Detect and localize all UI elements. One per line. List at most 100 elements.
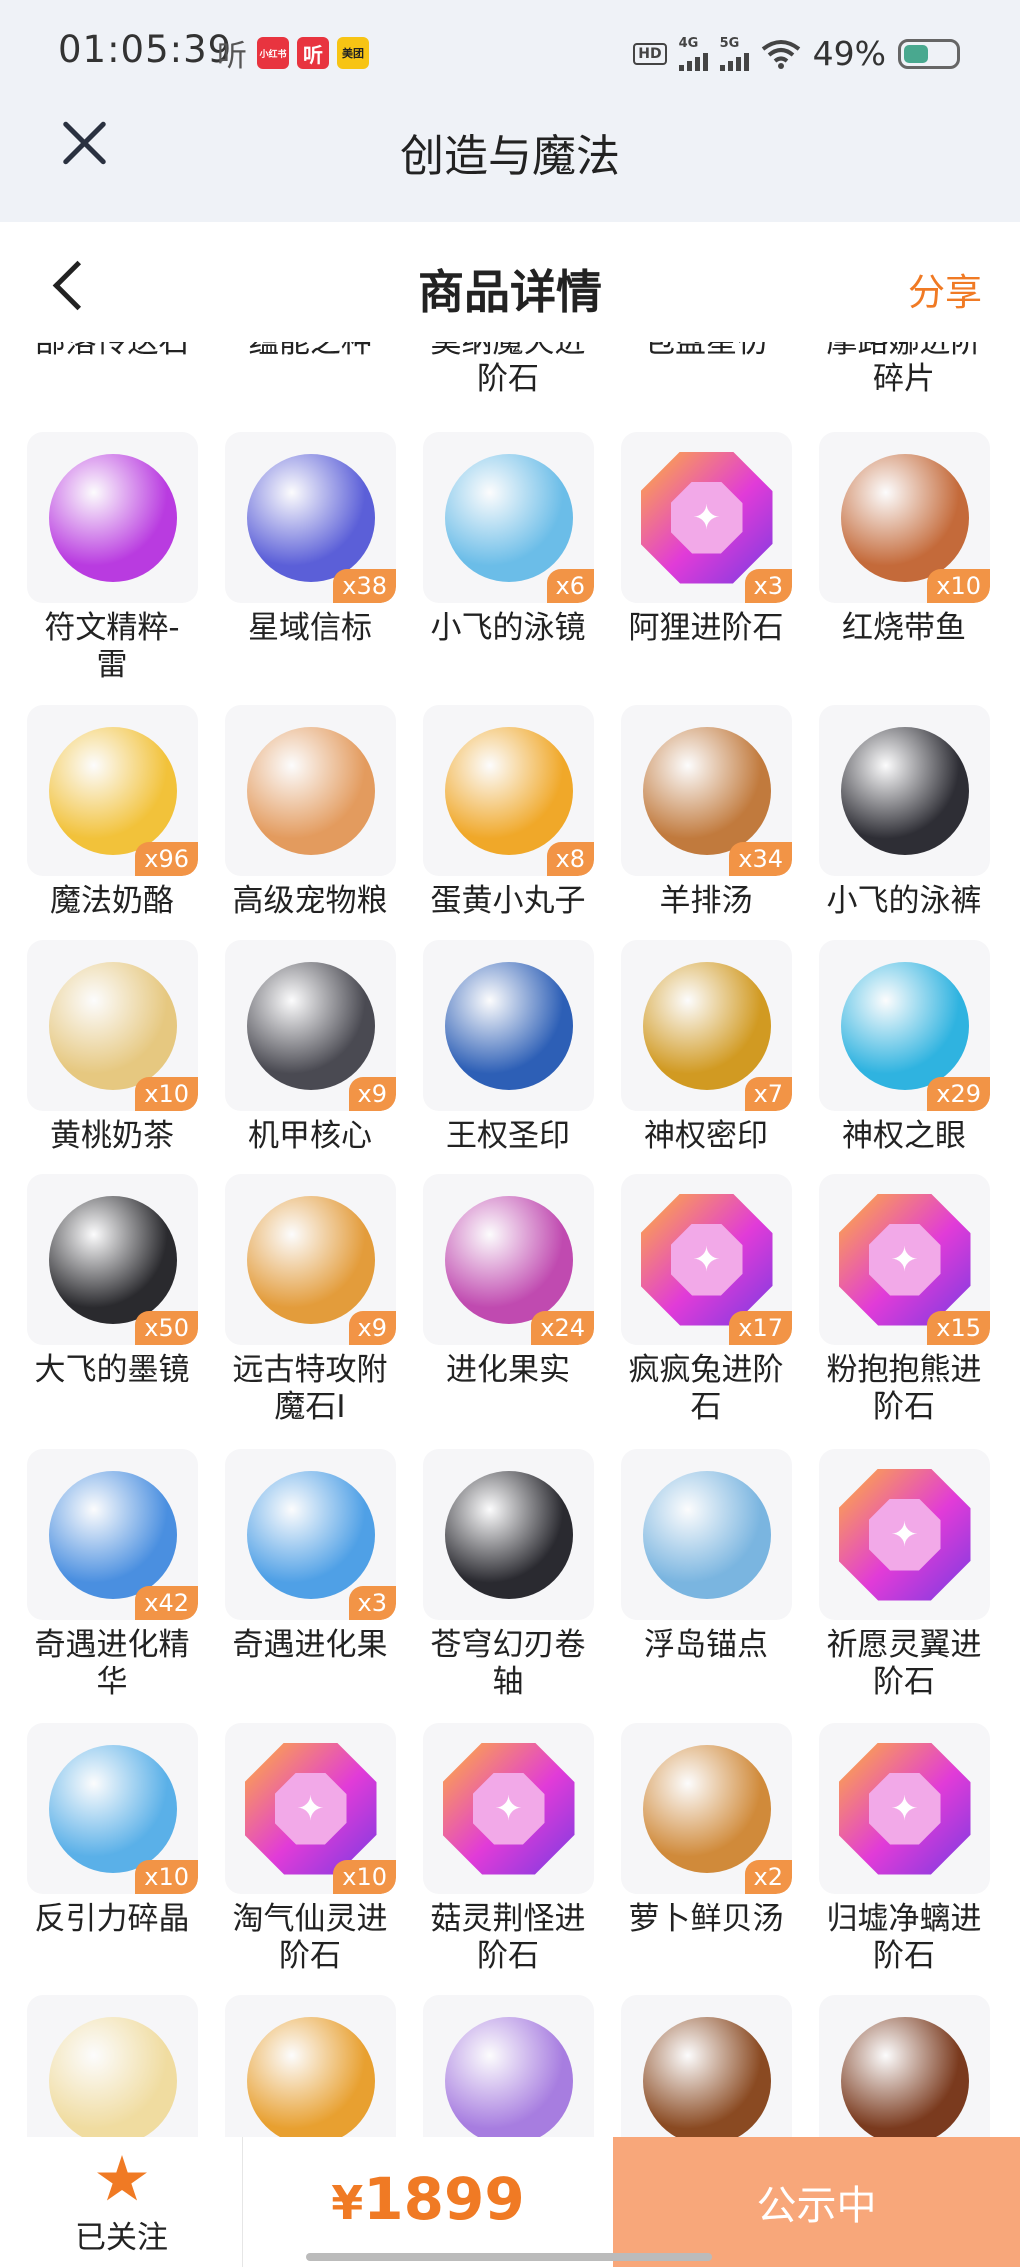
quantity-badge: x7 bbox=[744, 1077, 792, 1111]
potion-bottle-icon bbox=[444, 2016, 573, 2137]
item-card[interactable]: x9 机甲核心 bbox=[198, 940, 396, 1200]
goggles-icon bbox=[444, 453, 573, 582]
item-card[interactable] bbox=[594, 1995, 792, 2137]
item-card[interactable]: x3 奇遇进化果 bbox=[198, 1449, 396, 1709]
quantity-badge: x10 bbox=[927, 569, 990, 603]
item-card[interactable]: x7 神权密印 bbox=[594, 940, 792, 1200]
battery-icon bbox=[898, 38, 960, 69]
item-card[interactable]: 王权圣印 bbox=[396, 940, 594, 1200]
item-thumbnail: x50 bbox=[27, 1174, 198, 1345]
radish-soup-icon bbox=[642, 1744, 771, 1873]
item-label: 王权圣印 bbox=[446, 1118, 570, 1154]
item-card[interactable]: ✦ x17 疯疯兔进阶 石 bbox=[594, 1174, 792, 1434]
item-card[interactable]: ✦ x10 淘气仙灵进 阶石 bbox=[198, 1723, 396, 1983]
rune-shard-icon bbox=[48, 453, 177, 582]
item-card[interactable]: ✦ x15 粉抱抱熊进 阶石 bbox=[792, 1174, 990, 1434]
lucky-bag-icon bbox=[246, 2016, 375, 2137]
quantity-badge: x6 bbox=[546, 569, 594, 603]
item-card[interactable] bbox=[396, 1995, 594, 2137]
item-label: 阿狸进阶石 bbox=[628, 610, 784, 646]
item-card[interactable]: 苍穹幻刃卷 轴 bbox=[396, 1449, 594, 1709]
item-thumbnail bbox=[225, 705, 396, 876]
star-beacon-icon bbox=[246, 453, 375, 582]
item-card[interactable]: x10 黄桃奶茶 bbox=[0, 940, 198, 1200]
item-card[interactable]: x42 奇遇进化精 华 bbox=[0, 1449, 198, 1709]
xiaohongshu-icon: 小红书 bbox=[257, 37, 289, 69]
item-card[interactable]: x24 进化果实 bbox=[396, 1174, 594, 1434]
top-area: 01:05:39 听 小红书 听 美团 HD 4G 5G 49% 创造与魔法 bbox=[0, 0, 1020, 222]
item-card[interactable]: x50 大飞的墨镜 bbox=[0, 1174, 198, 1434]
item-card[interactable] bbox=[792, 1995, 990, 2137]
item-card[interactable]: x10 红烧带鱼 bbox=[792, 432, 990, 692]
item-card[interactable] bbox=[0, 1995, 198, 2137]
item-thumbnail bbox=[819, 1995, 990, 2137]
item-thumbnail bbox=[621, 1449, 792, 1620]
quantity-badge: x3 bbox=[744, 569, 792, 603]
quantity-badge: x8 bbox=[546, 842, 594, 876]
item-thumbnail bbox=[27, 432, 198, 603]
item-card[interactable]: 浮岛锚点 bbox=[594, 1449, 792, 1709]
anchor-icon bbox=[642, 1470, 771, 1599]
wood-log-icon bbox=[642, 2016, 771, 2137]
item-label: 高级宠物粮 bbox=[232, 883, 388, 919]
item-card[interactable]: x29 神权之眼 bbox=[792, 940, 990, 1200]
item-card[interactable]: 符文精粹- 雷 bbox=[0, 432, 198, 692]
item-thumbnail: x24 bbox=[423, 1174, 594, 1345]
follow-button[interactable]: 已关注 bbox=[0, 2137, 243, 2267]
item-card[interactable] bbox=[198, 1995, 396, 2137]
item-card[interactable]: x2 萝卜鲜贝汤 bbox=[594, 1723, 792, 1983]
item-card[interactable]: ✦ x3 阿狸进阶石 bbox=[594, 432, 792, 692]
item-label: 包盘星彷 bbox=[644, 342, 768, 360]
item-thumbnail: ✦ x17 bbox=[621, 1174, 792, 1345]
currency-symbol: ¥ bbox=[331, 2176, 364, 2230]
item-label: 大飞的墨镜 bbox=[34, 1352, 190, 1388]
item-label: 祈愿灵翼进 阶石 bbox=[826, 1627, 982, 1700]
quantity-badge: x34 bbox=[729, 842, 792, 876]
webview-title: 创造与魔法 bbox=[400, 131, 620, 182]
item-card[interactable]: x8 蛋黄小丸子 bbox=[396, 705, 594, 965]
item-card[interactable]: ✦ 归墟净螭进 阶石 bbox=[792, 1723, 990, 1983]
item-card[interactable]: ✦ 菇灵荆怪进 阶石 bbox=[396, 1723, 594, 1983]
quantity-badge: x42 bbox=[135, 1586, 198, 1620]
yolk-skewer-icon bbox=[444, 726, 573, 855]
share-button[interactable]: 分享 bbox=[908, 262, 982, 316]
item-card[interactable]: x10 反引力碎晶 bbox=[0, 1723, 198, 1983]
item-label: 远古特攻附 魔石I bbox=[232, 1352, 388, 1425]
quantity-badge: x29 bbox=[927, 1077, 990, 1111]
item-thumbnail: x96 bbox=[27, 705, 198, 876]
rabbit-gem-icon: ✦ bbox=[640, 1193, 773, 1326]
item-card[interactable]: x34 羊排汤 bbox=[594, 705, 792, 965]
item-card[interactable]: x96 魔法奶酪 bbox=[0, 705, 198, 965]
public-notice-button[interactable]: 公示中 bbox=[613, 2137, 1020, 2267]
ancient-stone-icon bbox=[246, 1195, 375, 1324]
item-label: 神权之眼 bbox=[842, 1118, 966, 1154]
quantity-badge: x9 bbox=[348, 1311, 396, 1345]
item-thumbnail bbox=[423, 1449, 594, 1620]
item-card[interactable]: x6 小飞的泳镜 bbox=[396, 432, 594, 692]
item-label: 神权密印 bbox=[644, 1118, 768, 1154]
item-card[interactable]: ✦ 祈愿灵翼进 阶石 bbox=[792, 1449, 990, 1709]
item-card[interactable]: 小飞的泳裤 bbox=[792, 705, 990, 965]
system-icons: HD 4G 5G 49% bbox=[633, 34, 960, 73]
item-thumbnail: x8 bbox=[423, 705, 594, 876]
dragon-gem-icon: ✦ bbox=[838, 1742, 971, 1875]
item-thumbnail: x9 bbox=[225, 940, 396, 1111]
item-thumbnail: ✦ x3 bbox=[621, 432, 792, 603]
item-thumbnail: x34 bbox=[621, 705, 792, 876]
item-thumbnail: x42 bbox=[27, 1449, 198, 1620]
item-card[interactable]: x9 远古特攻附 魔石I bbox=[198, 1174, 396, 1434]
item-label: 小飞的泳裤 bbox=[826, 883, 982, 919]
antigravity-crystal-icon bbox=[48, 1744, 177, 1873]
item-label: 菇灵荆怪进 阶石 bbox=[430, 1901, 586, 1974]
hd-icon: HD bbox=[633, 42, 667, 65]
signal-4g-label: 4G bbox=[678, 36, 699, 51]
item-thumbnail bbox=[27, 1995, 198, 2137]
quantity-badge: x38 bbox=[333, 569, 396, 603]
bear-gem-icon: ✦ bbox=[838, 1193, 971, 1326]
item-label: 红烧带鱼 bbox=[842, 610, 966, 646]
listen-red-icon: 听 bbox=[297, 37, 329, 69]
scroll-icon bbox=[444, 1470, 573, 1599]
item-card[interactable]: 高级宠物粮 bbox=[198, 705, 396, 965]
item-label: 淘气仙灵进 阶石 bbox=[232, 1901, 388, 1974]
item-card[interactable]: x38 星域信标 bbox=[198, 432, 396, 692]
